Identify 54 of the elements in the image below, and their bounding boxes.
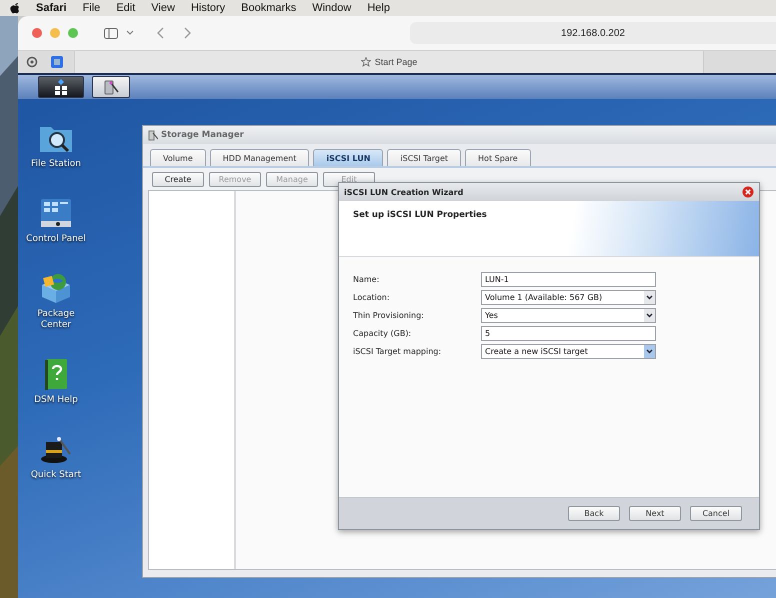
field-label: Name: [353,275,380,284]
tab[interactable]: iSCSI Target [387,149,462,166]
desktop-icon-label[interactable]: DSM Help [24,395,88,406]
tab[interactable]: Hot Spare [465,149,531,166]
menu-item[interactable]: File [82,2,100,14]
window-title: Storage Manager [161,130,244,140]
input-field[interactable]: 5 [481,326,656,341]
menu-item[interactable]: History [190,2,226,14]
back-icon[interactable] [156,27,164,39]
storage-drive-icon [148,130,158,140]
field-label: Capacity (GB): [353,329,412,338]
desktop-icon-label[interactable]: Package Center [24,309,88,331]
taskbar-button[interactable] [38,76,84,98]
desktop-icon-label[interactable]: File Station [24,159,88,170]
address-field[interactable]: 192.168.0.202 [410,22,776,44]
field-label: Location: [353,293,391,302]
menu-item[interactable]: Help [367,2,390,14]
sidebar-icon[interactable] [104,28,118,38]
chevron-down-icon[interactable] [644,309,655,322]
control-panel-icon [38,196,74,230]
chevron-down-icon[interactable] [644,345,655,358]
tab[interactable]: iSCSI LUN [313,149,384,166]
dialog-button[interactable]: Cancel [690,506,742,521]
taskbar-button[interactable] [92,76,130,98]
tab[interactable]: Volume [150,149,206,166]
dropdown[interactable]: Volume 1 (Available: 567 GB) [481,290,656,305]
browser-tab[interactable]: Start Page [74,51,704,73]
document-icon[interactable] [51,56,63,68]
dropdown[interactable]: Create a new iSCSI target [481,344,656,359]
menu-item[interactable]: Bookmarks [241,2,296,14]
desktop-icon-label[interactable]: Control Panel [24,234,88,245]
step-heading: Set up iSCSI LUN Properties [353,210,487,222]
storage-drive-icon [102,79,120,95]
field-label: iSCSI Target mapping: [353,347,442,356]
menu-item[interactable]: Window [312,2,352,14]
close-window-button[interactable] [32,28,42,38]
dialog-title: iSCSI LUN Creation Wizard [344,188,464,196]
dialog-button[interactable]: Next [629,506,681,521]
forward-icon[interactable] [184,27,192,39]
input-field[interactable]: LUN-1 [481,272,656,287]
toolbar-button[interactable]: Create [152,172,204,187]
menu-item[interactable]: View [151,2,175,14]
menu-item[interactable]: Edit [116,2,136,14]
tab[interactable]: HDD Management [210,149,310,166]
dialog-button[interactable]: Back [568,506,620,521]
apple-logo-icon[interactable] [10,2,20,14]
close-icon[interactable] [742,186,754,198]
star-icon [360,57,371,67]
dropdown[interactable]: Yes [481,308,656,323]
desktop-icon-label[interactable]: Quick Start [24,470,88,481]
menu-item[interactable]: Safari [36,2,67,14]
app-grid-icon [52,79,70,95]
chevron-down-icon[interactable] [644,291,655,304]
field-label: Thin Provisioning: [353,311,425,320]
